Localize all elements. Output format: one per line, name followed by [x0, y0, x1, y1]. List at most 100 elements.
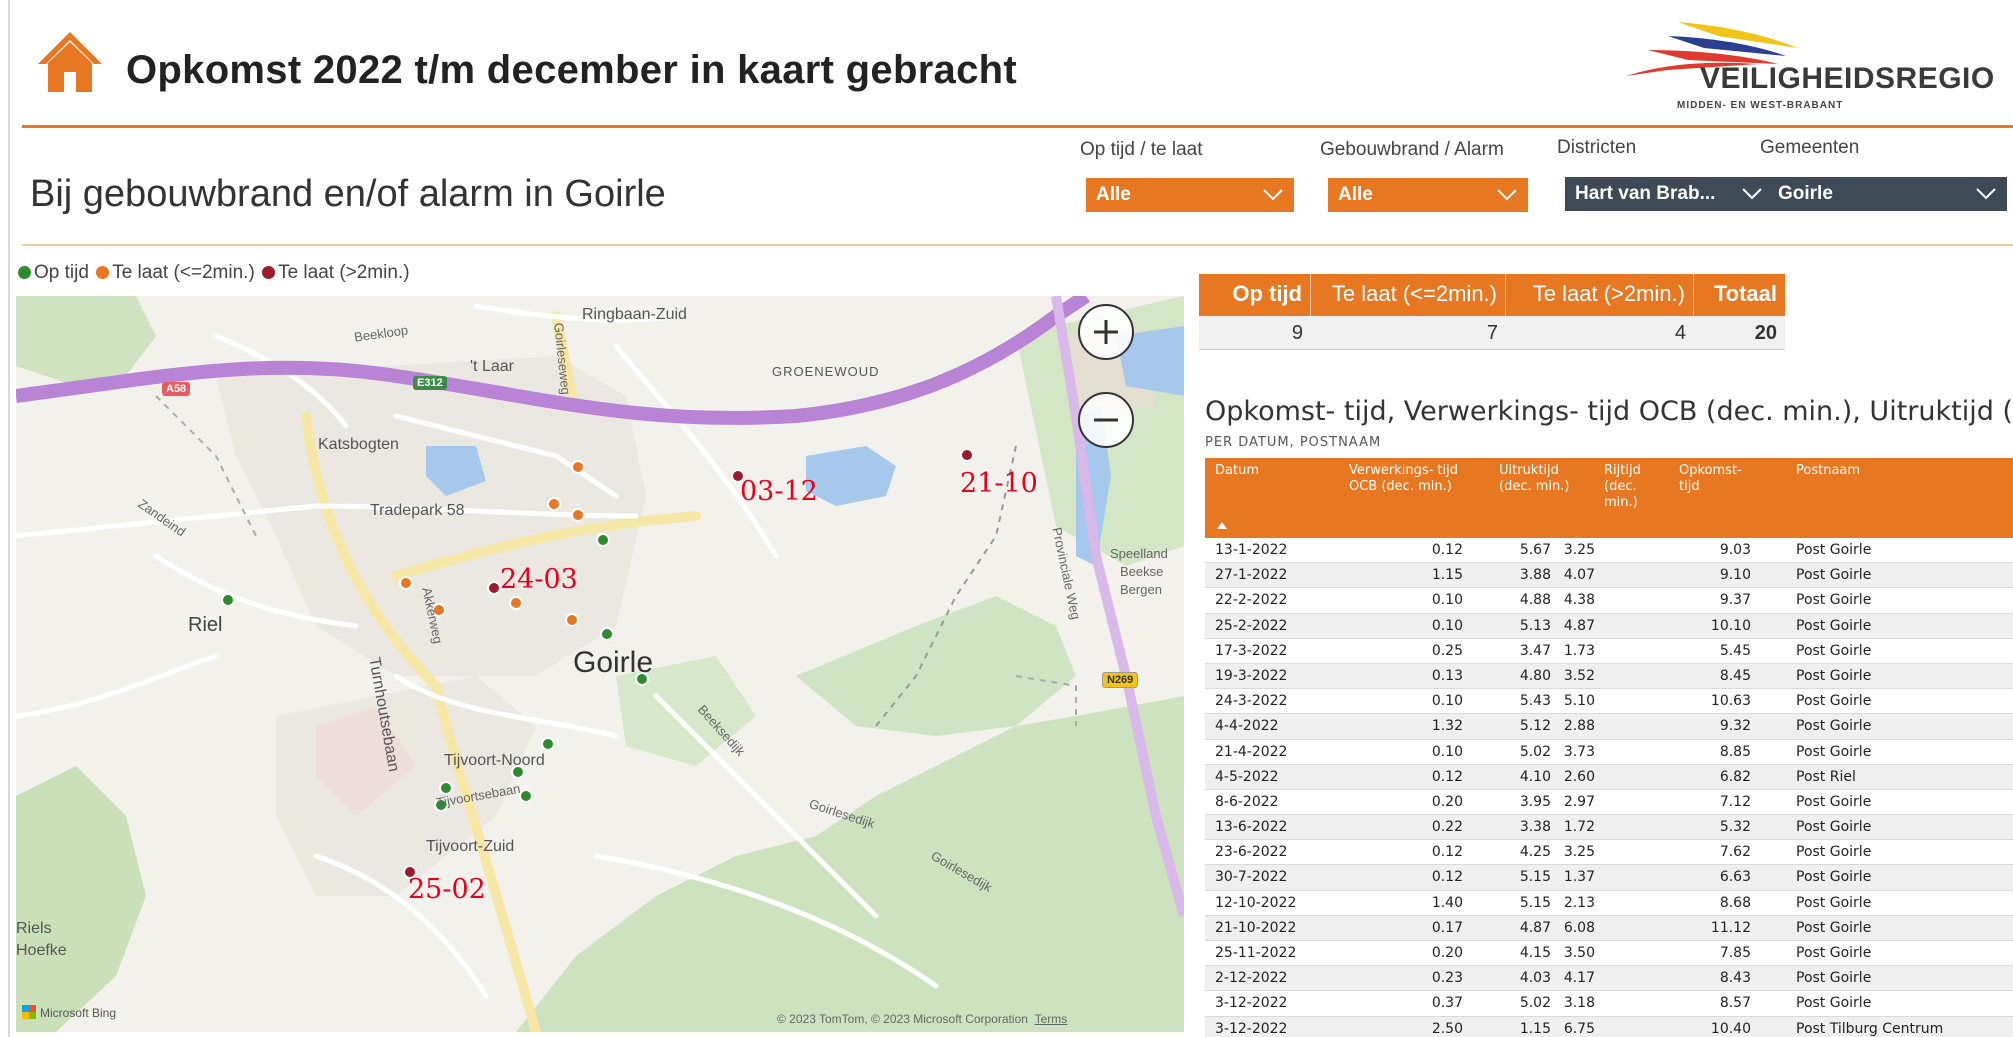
summary-header-row: Op tijd Te laat (<=2min.) Te laat (>2min… — [1199, 274, 1785, 316]
detail-header-postnaam[interactable]: Postnaam — [1796, 463, 1860, 479]
summary-header-te-laat-lang[interactable]: Te laat (>2min.) — [1506, 274, 1694, 316]
detail-header-uitruk[interactable]: Uitruktijd (dec. min.) — [1499, 463, 1574, 495]
incident-op-tijd[interactable] — [221, 593, 235, 607]
legend-te-laat-kort[interactable]: Te laat (<=2min.) — [112, 262, 255, 283]
incident-map[interactable]: Ringbaan-Zuid Beekloop 't Laar GROENEWOU… — [16, 296, 1184, 1032]
incident-op-tijd[interactable] — [519, 789, 533, 803]
cell-postnaam: Post Goirle — [1796, 542, 1872, 558]
detail-header-rijtijd[interactable]: Rijtijd (dec. min.) — [1604, 463, 1649, 511]
table-row[interactable]: 3-12-2022 2.50 1.15 6.75 10.40 Post Tilburg C… — [1205, 1016, 2013, 1037]
cell-rijtijd: 1.37 — [1563, 869, 1595, 886]
table-row[interactable]: 21-10-2022 0.17 4.87 6.08 11.12 Post Goirle — [1205, 915, 2013, 941]
incident-te-laat-kort[interactable] — [509, 596, 523, 610]
incident-op-tijd[interactable] — [596, 533, 610, 547]
incident-op-tijd[interactable] — [541, 737, 555, 751]
table-row[interactable]: 19-3-2022 0.13 4.80 3.52 8.45 Post Goirle — [1205, 663, 2013, 690]
summary-value-te-laat-kort: 7 — [1486, 322, 1498, 344]
map-label-ringbaan-zuid: Ringbaan-Zuid — [582, 306, 687, 323]
cell-rijtijd: 6.75 — [1563, 1020, 1595, 1037]
cell-rijtijd: 4.17 — [1563, 970, 1595, 987]
cell-opkomst: 7.12 — [1719, 793, 1751, 810]
filter-label-districten: Districten — [1557, 137, 1637, 158]
attribution-text: © 2023 TomTom, © 2023 Microsoft Corporat… — [777, 1012, 1028, 1026]
map-label-speelland: Speelland — [1110, 546, 1168, 561]
detail-header-opkomst[interactable]: Opkomst- tijd — [1679, 463, 1749, 495]
map-label-groenewoud: GROENEWOUD — [772, 364, 880, 379]
sort-ascending-icon[interactable] — [1217, 522, 1227, 529]
map-label-a58: A58 — [162, 382, 191, 396]
cell-datum: 4-4-2022 — [1215, 718, 1279, 735]
zoom-out-button[interactable] — [1078, 392, 1134, 448]
chevron-down-icon — [1497, 189, 1517, 201]
table-row[interactable]: 17-3-2022 0.25 3.47 1.73 5.45 Post Goirle — [1205, 639, 2013, 664]
cell-rijtijd: 3.25 — [1563, 844, 1595, 861]
filter-districten-dropdown[interactable]: Hart van Brab... — [1565, 177, 1773, 211]
home-icon[interactable] — [36, 30, 104, 94]
legend-op-tijd[interactable]: Op tijd — [34, 262, 89, 283]
cell-postnaam: Post Goirle — [1796, 995, 1872, 1012]
cell-rijtijd: 5.10 — [1563, 693, 1595, 710]
cell-datum: 24-3-2022 — [1215, 693, 1288, 710]
cell-opkomst: 8.85 — [1719, 743, 1751, 760]
table-row[interactable]: 23-6-2022 0.12 4.25 3.25 7.62 Post Goirle — [1205, 840, 2013, 866]
cell-verwerking: 0.13 — [1431, 667, 1463, 684]
table-row[interactable]: 2-12-2022 0.23 4.03 4.17 8.43 Post Goirle — [1205, 966, 2013, 992]
cell-datum: 4-5-2022 — [1215, 768, 1279, 785]
cell-verwerking: 0.10 — [1431, 592, 1463, 609]
date-label-21-10: 21-10 — [960, 468, 1038, 499]
chevron-down-icon — [1976, 188, 1996, 200]
header-divider — [22, 125, 2013, 128]
filter-gemeenten-dropdown[interactable]: Goirle — [1768, 177, 2007, 211]
filter-op-tijd-dropdown[interactable]: Alle — [1086, 178, 1294, 212]
terms-link[interactable]: Terms — [1035, 1012, 1068, 1026]
table-row[interactable]: 4-4-2022 1.32 5.12 2.88 9.32 Post Goirle — [1205, 714, 2013, 740]
cell-datum: 13-1-2022 — [1215, 542, 1288, 558]
incident-te-laat-kort[interactable] — [565, 613, 579, 627]
cell-datum: 27-1-2022 — [1215, 567, 1288, 584]
map-label-tijvoort-noord: Tijvoort-Noord — [444, 752, 545, 769]
summary-header-totaal[interactable]: Totaal — [1694, 274, 1785, 316]
filter-gebouwbrand-dropdown[interactable]: Alle — [1328, 178, 1528, 212]
table-row[interactable]: 13-1-2022 0.12 5.67 3.25 9.03 Post Goirle — [1205, 538, 2013, 564]
minus-icon — [1094, 418, 1118, 422]
cell-rijtijd: 6.08 — [1563, 919, 1595, 936]
table-row[interactable]: 24-3-2022 0.10 5.43 5.10 10.63 Post Goirle — [1205, 689, 2013, 715]
cell-verwerking: 0.23 — [1431, 970, 1463, 987]
summary-value-op-tijd: 9 — [1291, 322, 1303, 344]
cell-postnaam: Post Goirle — [1796, 869, 1872, 886]
table-row[interactable]: 4-5-2022 0.12 4.10 2.60 6.82 Post Riel — [1205, 764, 2013, 790]
filter-districten-value: Hart van Brab... — [1575, 183, 1716, 204]
table-row[interactable]: 22-2-2022 0.10 4.88 4.38 9.37 Post Goirle — [1205, 588, 2013, 614]
table-row[interactable]: 25-11-2022 0.20 4.15 3.50 7.85 Post Goirle — [1205, 941, 2013, 967]
detail-header-verwerking[interactable]: Verwerkings- tijd OCB (dec. min.) — [1349, 463, 1459, 495]
incident-te-laat-lang[interactable] — [487, 581, 501, 595]
summary-value-te-laat-lang: 4 — [1674, 322, 1686, 344]
table-row[interactable]: 8-6-2022 0.20 3.95 2.97 7.12 Post Goirle — [1205, 790, 2013, 816]
cell-opkomst: 8.57 — [1719, 995, 1751, 1012]
incident-te-laat-kort[interactable] — [399, 576, 413, 590]
table-row[interactable]: 13-6-2022 0.22 3.38 1.72 5.32 Post Goirle — [1205, 815, 2013, 841]
incident-te-laat-kort[interactable] — [571, 508, 585, 522]
cell-rijtijd: 2.60 — [1563, 768, 1595, 785]
table-row[interactable]: 27-1-2022 1.15 3.88 4.07 9.10 Post Goirle — [1205, 563, 2013, 589]
table-row[interactable]: 30-7-2022 0.12 5.15 1.37 6.63 Post Goirle — [1205, 865, 2013, 891]
cell-opkomst: 5.32 — [1719, 819, 1751, 836]
legend-dot-te-laat-kort — [96, 266, 110, 279]
incident-te-laat-lang[interactable] — [960, 448, 974, 462]
incident-op-tijd[interactable] — [600, 627, 614, 641]
cell-rijtijd: 2.88 — [1563, 718, 1595, 735]
summary-header-op-tijd[interactable]: Op tijd — [1199, 274, 1311, 316]
table-row[interactable]: 25-2-2022 0.10 5.13 4.87 10.10 Post Goirle — [1205, 613, 2013, 639]
filter-gebouwbrand-value: Alle — [1338, 184, 1373, 205]
table-row[interactable]: 12-10-2022 1.40 5.15 2.13 8.68 Post Goirle — [1205, 891, 2013, 916]
detail-header-datum[interactable]: Datum — [1215, 463, 1259, 479]
incident-te-laat-kort[interactable] — [547, 497, 561, 511]
summary-header-te-laat-kort[interactable]: Te laat (<=2min.) — [1311, 274, 1506, 316]
table-row[interactable]: 3-12-2022 0.37 5.02 3.18 8.57 Post Goirle — [1205, 991, 2013, 1017]
zoom-in-button[interactable] — [1078, 304, 1134, 360]
legend-te-laat-lang[interactable]: Te laat (>2min.) — [278, 262, 409, 283]
table-row[interactable]: 21-4-2022 0.10 5.02 3.73 8.85 Post Goirle — [1205, 740, 2013, 765]
map-label-tijvoort-zuid: Tijvoort-Zuid — [426, 838, 515, 855]
legend-dot-te-laat-lang — [262, 266, 276, 279]
incident-te-laat-kort[interactable] — [571, 460, 585, 474]
